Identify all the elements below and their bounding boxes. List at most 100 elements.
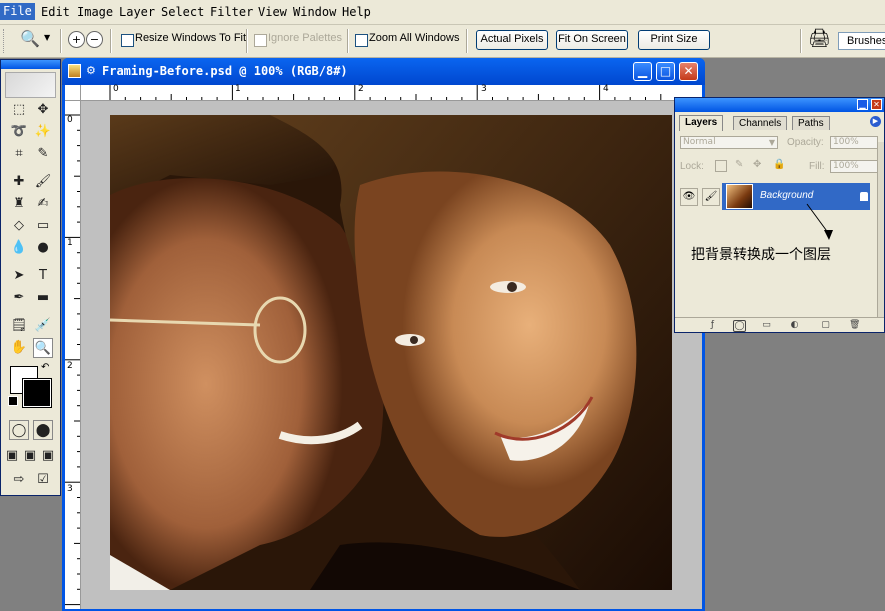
eyedropper-tool-icon[interactable]: 💉 xyxy=(33,316,53,336)
menu-window[interactable]: Window xyxy=(293,5,336,19)
hand-tool-icon[interactable]: ✋ xyxy=(9,338,29,358)
options-bar: 🔍 ▼ + − Resize Windows To Fit Ignore Pal… xyxy=(0,25,885,58)
horizontal-ruler[interactable]: 0 1 2 3 4 xyxy=(81,84,702,101)
zoom-in-icon[interactable]: + xyxy=(68,31,85,48)
menu-help[interactable]: Help xyxy=(342,5,371,19)
layers-palette-footer: ƒ ◯ ▭ ◐ ▢ 🗑 xyxy=(675,317,884,333)
ruler-label: 0 xyxy=(113,84,119,94)
path-selection-tool-icon[interactable]: ➤ xyxy=(9,266,29,286)
lock-image-icon[interactable]: ✎ xyxy=(735,159,743,170)
adjustment-layer-icon[interactable]: ◐ xyxy=(789,320,800,330)
blur-tool-icon[interactable]: 💧 xyxy=(9,238,29,258)
brush-tool-icon[interactable]: 🖌 xyxy=(33,172,53,192)
eraser-tool-icon[interactable]: ◇ xyxy=(9,216,29,236)
menu-file[interactable]: File xyxy=(0,3,35,20)
standard-screen-mode-icon[interactable]: ▣ xyxy=(4,446,20,466)
actual-pixels-button[interactable]: Actual Pixels xyxy=(476,30,548,50)
lasso-tool-icon[interactable]: ➰ xyxy=(9,122,29,142)
close-button[interactable]: ✕ xyxy=(679,62,698,81)
palette-well-icon[interactable]: 🖨 xyxy=(808,28,831,49)
maximize-button[interactable]: □ xyxy=(656,62,675,81)
image-canvas[interactable] xyxy=(110,115,672,590)
default-colors-icon[interactable] xyxy=(8,396,18,406)
tab-layers[interactable]: Layers xyxy=(679,115,724,131)
magic-wand-tool-icon[interactable]: ✨ xyxy=(33,122,53,142)
layer-selected[interactable]: Background xyxy=(722,183,870,210)
slice-tool-icon[interactable]: ✎ xyxy=(33,144,53,164)
print-size-button[interactable]: Print Size xyxy=(638,30,710,50)
fill-field[interactable]: 100% xyxy=(830,160,878,173)
crop-tool-icon[interactable]: ⌗ xyxy=(9,144,29,164)
move-tool-icon[interactable]: ✥ xyxy=(33,100,53,120)
lock-position-icon[interactable]: ✥ xyxy=(753,159,761,170)
adobe-feather-logo[interactable] xyxy=(5,72,56,98)
tool-preset-dropdown-icon[interactable]: ▼ xyxy=(44,33,50,42)
resize-windows-label: Resize Windows To Fit xyxy=(135,32,247,44)
blend-mode-select[interactable]: Normal ▼ xyxy=(680,136,778,149)
vertical-ruler[interactable]: 0 1 2 3 xyxy=(65,101,81,609)
menu-layer[interactable]: Layer xyxy=(119,5,155,19)
layers-palette-title-bar[interactable]: ▁ ✕ xyxy=(675,98,884,112)
options-bar-grip[interactable] xyxy=(3,29,6,53)
palette-menu-icon[interactable]: ▶ xyxy=(870,116,881,127)
layer-style-icon[interactable]: ƒ xyxy=(707,320,718,330)
vertical-ruler-ticks xyxy=(65,114,80,606)
eye-icon[interactable]: 👁 xyxy=(680,188,698,206)
menu-edit[interactable]: Edit xyxy=(41,5,70,19)
menu-image[interactable]: Image xyxy=(77,5,113,19)
pen-tool-icon[interactable]: ✒ xyxy=(9,288,29,308)
tab-channels[interactable]: Channels xyxy=(733,116,788,130)
ruler-label: 1 xyxy=(67,238,73,248)
clone-stamp-tool-icon[interactable]: ♜ xyxy=(9,194,29,214)
opacity-label: Opacity: xyxy=(787,137,824,148)
ignore-palettes-label: Ignore Palettes xyxy=(268,32,342,44)
history-brush-tool-icon[interactable]: ✍ xyxy=(33,194,53,214)
full-screen-mode-icon[interactable]: ▣ xyxy=(40,446,56,466)
new-group-icon[interactable]: ▭ xyxy=(761,320,772,330)
opacity-value: 100% xyxy=(833,137,859,147)
quick-mask-mode-icon[interactable]: ⬤ xyxy=(33,420,53,440)
layer-row-background[interactable]: 👁 🖌 Background xyxy=(678,182,870,211)
ignore-palettes-checkbox[interactable] xyxy=(254,34,267,47)
minimize-button[interactable]: ▁ xyxy=(633,62,652,81)
zoom-tool-icon[interactable]: 🔍 xyxy=(33,338,53,358)
zoom-all-windows-label: Zoom All Windows xyxy=(369,32,460,44)
palette-scrollbar[interactable] xyxy=(877,142,884,318)
healing-brush-tool-icon[interactable]: ✚ xyxy=(9,172,29,192)
menu-select[interactable]: Select xyxy=(161,5,204,19)
resize-windows-checkbox[interactable] xyxy=(121,34,134,47)
new-layer-icon[interactable]: ▢ xyxy=(820,320,831,330)
type-tool-icon[interactable]: T xyxy=(33,266,53,286)
jump-to-imageready-icon[interactable]: ⇨ xyxy=(9,470,29,490)
brushes-palette-tab[interactable]: Brushes xyxy=(838,32,885,50)
menu-view[interactable]: View xyxy=(258,5,287,19)
gradient-tool-icon[interactable]: ▭ xyxy=(33,216,53,236)
imageready-icon[interactable]: ☑ xyxy=(33,470,53,490)
tab-paths[interactable]: Paths xyxy=(792,116,830,130)
palette-close-button[interactable]: ✕ xyxy=(871,99,882,110)
ruler-label: 0 xyxy=(67,115,73,125)
palette-minimize-button[interactable]: ▁ xyxy=(857,99,868,110)
fit-on-screen-button[interactable]: Fit On Screen xyxy=(556,30,628,50)
add-mask-icon[interactable]: ◯ xyxy=(733,320,746,332)
lock-transparency-icon[interactable] xyxy=(715,160,727,172)
full-screen-menu-mode-icon[interactable]: ▣ xyxy=(22,446,38,466)
opacity-field[interactable]: 100% xyxy=(830,136,878,149)
marquee-tool-icon[interactable]: ⬚ xyxy=(9,100,29,120)
background-color-swatch[interactable] xyxy=(22,378,52,408)
zoom-tool-icon[interactable]: 🔍 xyxy=(20,29,40,48)
zoom-out-icon[interactable]: − xyxy=(86,31,103,48)
dodge-tool-icon[interactable]: ● xyxy=(33,238,53,258)
menu-filter[interactable]: Filter xyxy=(210,5,253,19)
ruler-origin[interactable] xyxy=(65,85,81,101)
delete-layer-icon[interactable]: 🗑 xyxy=(849,320,860,330)
zoom-all-windows-checkbox[interactable] xyxy=(355,34,368,47)
toolbox-title-bar[interactable] xyxy=(1,60,60,69)
standard-mode-icon[interactable]: ◯ xyxy=(9,420,29,440)
document-title-bar[interactable]: ⚙ Framing-Before.psd @ 100% (RGB/8#) ▁ □… xyxy=(62,58,705,85)
swap-colors-icon[interactable]: ↶ xyxy=(41,362,49,373)
shape-tool-icon[interactable]: ▬ xyxy=(33,288,53,308)
lock-all-icon[interactable]: 🔒 xyxy=(773,159,785,170)
brush-link-icon[interactable]: 🖌 xyxy=(702,188,720,206)
notes-tool-icon[interactable]: 🗒 xyxy=(9,316,29,336)
